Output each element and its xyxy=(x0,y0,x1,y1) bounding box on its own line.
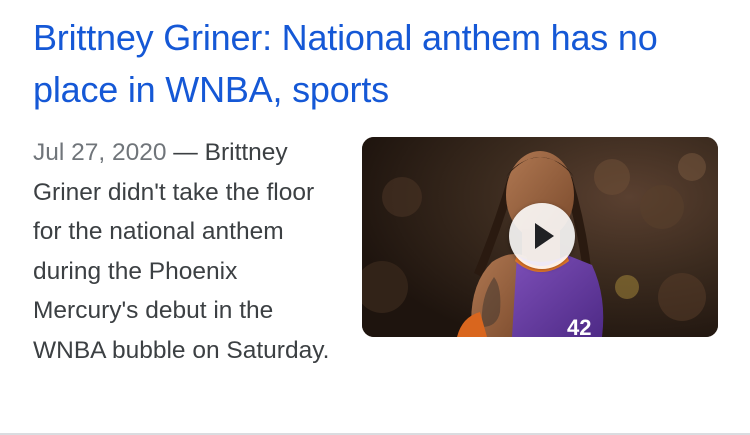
search-result: Brittney Griner: National anthem has no … xyxy=(0,0,750,435)
result-snippet: Jul 27, 2020 — Brittney Griner didn't ta… xyxy=(33,133,338,370)
video-thumbnail[interactable]: 42 xyxy=(362,137,718,337)
date-separator: — xyxy=(166,139,205,166)
snippet-text: Brittney Griner didn't take the floor fo… xyxy=(33,139,330,364)
jersey-number: 42 xyxy=(567,315,591,337)
result-title-link[interactable]: Brittney Griner: National anthem has no … xyxy=(33,12,723,116)
result-date: Jul 27, 2020 xyxy=(33,139,167,166)
play-icon xyxy=(535,223,554,249)
play-button[interactable] xyxy=(509,203,575,269)
